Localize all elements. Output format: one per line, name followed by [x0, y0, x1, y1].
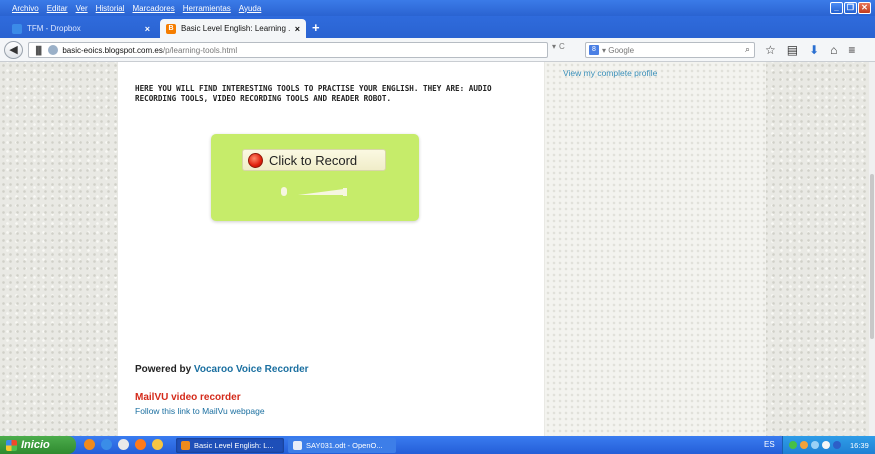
taskbar-item-label: SAY031.odt - OpenO... [306, 441, 383, 450]
microphone-icon [281, 187, 287, 196]
search-box[interactable]: 8 ▾ Google ⌕ [585, 42, 755, 58]
taskbar: Inicio Basic Level English: L... SAY031.… [0, 436, 875, 454]
menu-editar[interactable]: Editar [47, 4, 68, 13]
intro-text: HERE YOU WILL FIND INTERESTING TOOLS TO … [135, 84, 492, 103]
clock: 16:39 [850, 440, 869, 450]
tab-title: Basic Level English: Learning ... [181, 24, 291, 33]
view-profile-link[interactable]: View my complete profile [563, 68, 673, 78]
media-player-icon[interactable] [135, 439, 146, 450]
network-icon[interactable] [789, 441, 797, 449]
taskbar-item-openoffice[interactable]: SAY031.odt - OpenO... [288, 438, 396, 453]
scrollbar-thumb[interactable] [870, 174, 874, 339]
google-icon[interactable]: 8 [589, 45, 599, 55]
bookmark-star-icon[interactable]: ☆ [765, 43, 776, 57]
navigation-bar: ◀ ▐▌ basic-eoics.blogspot.com.es /p/lear… [0, 38, 875, 62]
start-label: Inicio [21, 439, 50, 451]
history-icon[interactable]: ▐▌ [33, 46, 44, 55]
main-column: HERE YOU WILL FIND INTERESTING TOOLS TO … [118, 62, 544, 436]
close-window-icon[interactable]: ✕ [858, 2, 871, 14]
home-icon[interactable]: ⌂ [830, 43, 837, 57]
url-path: /p/learning-tools.html [162, 45, 238, 55]
dropdown-arrow-icon[interactable]: ▾ [552, 42, 556, 51]
mailvu-link[interactable]: Follow this link to MailVu webpage [135, 406, 265, 416]
tab-basic-english[interactable]: B Basic Level English: Learning ... × [160, 19, 306, 38]
search-placeholder: Google [608, 45, 635, 55]
reload-icon[interactable]: C [559, 42, 565, 51]
powered-prefix: Powered by [135, 364, 194, 375]
blogger-icon: B [166, 23, 176, 34]
folder-icon[interactable] [152, 439, 163, 450]
back-arrow-icon[interactable]: ◀ [4, 41, 23, 59]
tab-close-icon[interactable]: × [295, 24, 300, 34]
menu-list: Archivo Editar Ver Historial Marcadores … [0, 4, 261, 13]
url-actions: ▾ C [552, 42, 565, 51]
tab-dropbox[interactable]: TFM - Dropbox × [6, 19, 156, 38]
menu-icon[interactable]: ≡ [848, 43, 855, 57]
record-button[interactable]: Click to Record [242, 149, 386, 171]
ie-icon[interactable] [101, 439, 112, 450]
window-controls: _ ❐ ✕ [830, 2, 871, 14]
messenger-icon[interactable] [118, 439, 129, 450]
taskbar-item-browser[interactable]: Basic Level English: L... [176, 438, 284, 453]
windows-logo-icon [6, 439, 17, 451]
update-icon[interactable] [800, 441, 808, 449]
page-viewport: HERE YOU WILL FIND INTERESTING TOOLS TO … [0, 62, 875, 436]
language-indicator[interactable]: ES [764, 440, 775, 449]
url-host: basic-eoics.blogspot.com.es [62, 45, 163, 55]
download-icon[interactable]: ⬇ [809, 43, 819, 57]
powered-by-line: Powered by Vocaroo Voice Recorder [135, 364, 309, 375]
menu-historial[interactable]: Historial [96, 4, 125, 13]
record-icon [248, 152, 263, 168]
record-button-label: Click to Record [269, 152, 358, 168]
security-icon[interactable] [833, 441, 841, 449]
vertical-scrollbar[interactable] [869, 62, 875, 436]
menu-bar: Archivo Editar Ver Historial Marcadores … [0, 0, 875, 16]
bookmarks-list-icon[interactable]: ▤ [787, 43, 798, 57]
tab-close-icon[interactable]: × [145, 24, 150, 34]
menu-archivo[interactable]: Archivo [12, 4, 39, 13]
site-identity-icon[interactable] [48, 45, 59, 55]
menu-marcadores[interactable]: Marcadores [133, 4, 175, 13]
tab-title: TFM - Dropbox [27, 24, 81, 33]
vocaroo-link[interactable]: Vocaroo Voice Recorder [194, 364, 309, 375]
antivirus-icon[interactable] [811, 441, 819, 449]
tab-bar: TFM - Dropbox × B Basic Level English: L… [0, 16, 875, 38]
minimize-icon[interactable]: _ [830, 2, 843, 14]
menu-herramientas[interactable]: Herramientas [183, 4, 231, 13]
toolbar-icons: ☆ ▤ ⬇ ⌂ ≡ [765, 43, 855, 57]
new-tab-icon[interactable]: + [312, 20, 320, 35]
menu-ayuda[interactable]: Ayuda [239, 4, 262, 13]
menu-ver[interactable]: Ver [76, 4, 88, 13]
vocaroo-recorder-widget: Click to Record [211, 134, 419, 221]
address-bar[interactable]: ▐▌ basic-eoics.blogspot.com.es /p/learni… [28, 42, 548, 58]
firefox-icon[interactable] [84, 439, 95, 450]
start-button[interactable]: Inicio [0, 436, 76, 454]
search-icon[interactable]: ⌕ [745, 44, 750, 55]
system-tray: 16:39 [782, 436, 875, 454]
mailvu-heading[interactable]: MailVU video recorder [135, 392, 241, 403]
document-icon [293, 441, 302, 450]
volume-icon[interactable] [822, 441, 830, 449]
restore-icon[interactable]: ❐ [844, 2, 857, 14]
taskbar-item-label: Basic Level English: L... [194, 441, 274, 450]
sidebar: View my complete profile [545, 62, 766, 436]
firefox-icon [181, 441, 190, 450]
dropbox-icon [12, 23, 22, 34]
volume-level-meter [298, 188, 348, 196]
quick-launch [84, 439, 163, 450]
